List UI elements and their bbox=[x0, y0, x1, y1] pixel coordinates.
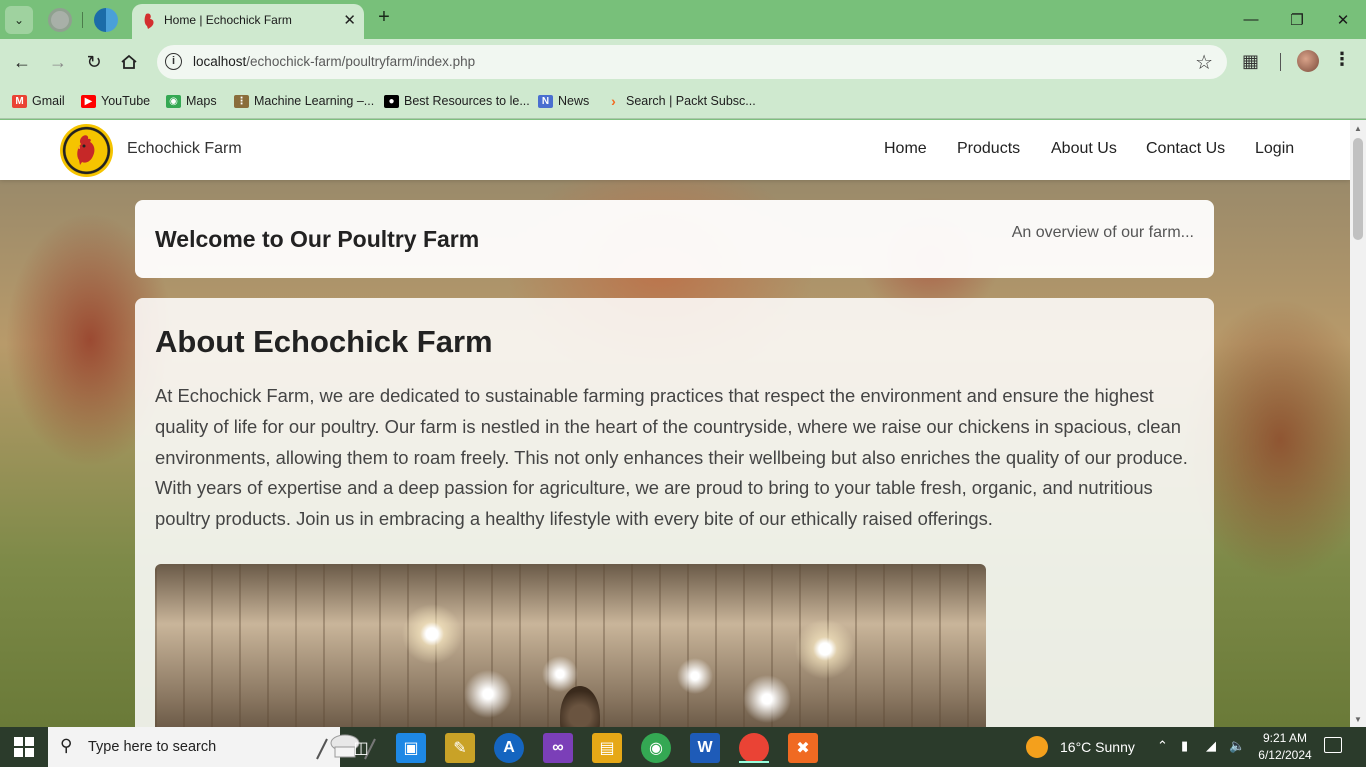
restore-button[interactable]: ❐ bbox=[1274, 0, 1320, 39]
url-text: localhost/echochick-farm/poultryfarm/ind… bbox=[193, 54, 476, 69]
scrollbar-thumb[interactable] bbox=[1353, 138, 1363, 240]
welcome-subtitle: An overview of our farm... bbox=[1011, 224, 1194, 241]
page-scrollbar[interactable]: ▲ ▼ bbox=[1350, 120, 1366, 727]
medium-icon: ● bbox=[384, 94, 399, 108]
tab-search-button[interactable]: ⌄ bbox=[5, 6, 33, 34]
sticky-app-icon[interactable]: ✎ bbox=[445, 733, 475, 763]
youtube-icon: ▶ bbox=[81, 94, 96, 108]
toolbar-separator bbox=[1280, 53, 1281, 71]
store-icon[interactable]: ▣ bbox=[396, 733, 426, 763]
back-button[interactable]: ← bbox=[9, 49, 35, 75]
home-icon bbox=[121, 54, 137, 69]
rooster-favicon-icon bbox=[144, 13, 154, 29]
bookmark-packt[interactable]: › Search | Packt Subsc... bbox=[606, 91, 756, 111]
pinned-tab-1[interactable] bbox=[48, 8, 72, 32]
search-icon: ⚲ bbox=[60, 736, 73, 755]
address-bar[interactable]: i localhost/echochick-farm/poultryfarm/i… bbox=[157, 45, 1227, 79]
sun-icon bbox=[1026, 736, 1048, 758]
bookmark-star-icon[interactable]: ☆ bbox=[1195, 50, 1213, 75]
bookmark-youtube[interactable]: ▶ YouTube bbox=[81, 91, 150, 111]
chevron-down-icon: ⌄ bbox=[13, 13, 25, 27]
rooster-logo-icon bbox=[76, 135, 95, 165]
new-tab-button[interactable]: + bbox=[372, 6, 396, 29]
chevron-up-icon[interactable]: ⌃ bbox=[1157, 738, 1168, 754]
minimize-button[interactable]: — bbox=[1228, 0, 1274, 39]
task-view-icon[interactable]: ◫ bbox=[346, 733, 376, 763]
xampp-icon[interactable]: ✖ bbox=[788, 733, 818, 763]
news-icon: N bbox=[538, 94, 553, 108]
nav-home[interactable]: Home bbox=[884, 140, 927, 158]
browser-menu-icon[interactable]: ⋮ bbox=[1333, 49, 1351, 70]
page-viewport: Echochick Farm Home Products About Us Co… bbox=[0, 120, 1350, 727]
active-app-indicator bbox=[739, 761, 769, 763]
chrome-profile-icon[interactable]: ◉ bbox=[641, 733, 671, 763]
home-button[interactable] bbox=[116, 49, 142, 75]
extensions-icon[interactable]: ▦ bbox=[1242, 51, 1259, 72]
bookmark-best-resources[interactable]: ● Best Resources to le... bbox=[384, 91, 530, 111]
windows-taskbar: ⚲ Type here to search ◫ ▣ ✎ A ∞ ▤ ◉ W ✖ … bbox=[0, 727, 1366, 767]
welcome-card: Welcome to Our Poultry Farm An overview … bbox=[135, 200, 1214, 278]
fan-shape bbox=[560, 686, 600, 727]
clock-date: 6/12/2024 bbox=[1258, 748, 1312, 762]
bookmark-machine-learning[interactable]: ⋮ Machine Learning –... bbox=[234, 91, 374, 111]
taskbar-search-box[interactable]: ⚲ Type here to search bbox=[48, 727, 376, 767]
about-card: About Echochick Farm At Echochick Farm, … bbox=[135, 298, 1214, 727]
word-icon[interactable]: W bbox=[690, 733, 720, 763]
close-window-button[interactable]: ✕ bbox=[1320, 0, 1366, 39]
packt-icon: › bbox=[611, 92, 616, 109]
clock-time: 9:21 AM bbox=[1262, 731, 1308, 745]
about-title: About Echochick Farm bbox=[155, 324, 493, 359]
scroll-up-icon[interactable]: ▲ bbox=[1354, 124, 1362, 133]
site-navbar: Echochick Farm Home Products About Us Co… bbox=[0, 120, 1350, 180]
nav-products[interactable]: Products bbox=[957, 140, 1020, 158]
maps-icon: ◉ bbox=[166, 94, 181, 108]
close-tab-icon[interactable]: ✕ bbox=[343, 11, 356, 29]
dots-icon: ⋮ bbox=[234, 94, 249, 108]
tab-title: Home | Echochick Farm bbox=[164, 13, 292, 27]
about-paragraph-1: At Echochick Farm, we are dedicated to s… bbox=[155, 385, 1188, 468]
taskbar-clock[interactable]: 9:21 AM 6/12/2024 bbox=[1257, 730, 1313, 764]
scroll-down-icon[interactable]: ▼ bbox=[1354, 715, 1362, 724]
about-text: At Echochick Farm, we are dedicated to s… bbox=[155, 381, 1200, 535]
site-brand[interactable]: Echochick Farm bbox=[127, 140, 242, 158]
welcome-title: Welcome to Our Poultry Farm bbox=[155, 226, 480, 252]
weather-widget[interactable]: 16°C Sunny bbox=[1026, 736, 1135, 758]
volume-icon[interactable]: 🔈 bbox=[1229, 738, 1245, 754]
windows-start-icon[interactable] bbox=[14, 737, 34, 757]
nav-contact-us[interactable]: Contact Us bbox=[1146, 140, 1225, 158]
pinned-tab-2[interactable] bbox=[94, 8, 118, 32]
forward-button[interactable]: → bbox=[45, 49, 71, 75]
tab-strip: ⌄ Home | Echochick Farm ✕ + — ❐ ✕ bbox=[0, 0, 1366, 39]
bookmark-maps[interactable]: ◉ Maps bbox=[166, 91, 217, 111]
gmail-icon: M bbox=[12, 94, 27, 108]
about-paragraph-2: With years of expertise and a deep passi… bbox=[155, 477, 1153, 530]
bookmark-news[interactable]: N News bbox=[538, 91, 589, 111]
farm-logo[interactable] bbox=[60, 124, 113, 177]
site-info-icon[interactable]: i bbox=[165, 53, 182, 70]
bookmarks-bar: M Gmail ▶ YouTube ◉ Maps ⋮ Machine Learn… bbox=[0, 85, 1366, 119]
browser-toolbar: ← → ↻ i localhost/echochick-farm/poultry… bbox=[0, 39, 1366, 85]
chrome-active-icon[interactable] bbox=[739, 733, 769, 763]
notifications-icon[interactable] bbox=[1324, 737, 1342, 753]
tab-separator bbox=[82, 12, 83, 28]
nav-about-us[interactable]: About Us bbox=[1051, 140, 1117, 158]
poultry-house-image bbox=[155, 564, 986, 727]
wifi-icon[interactable]: ◢ bbox=[1206, 738, 1216, 754]
file-explorer-icon[interactable]: ▤ bbox=[592, 733, 622, 763]
search-placeholder: Type here to search bbox=[88, 739, 217, 755]
battery-icon[interactable]: ▮ bbox=[1181, 738, 1188, 754]
weather-text: 16°C Sunny bbox=[1060, 739, 1135, 755]
nav-login[interactable]: Login bbox=[1255, 140, 1294, 158]
active-tab[interactable]: Home | Echochick Farm ✕ bbox=[132, 4, 364, 39]
reload-button[interactable]: ↻ bbox=[81, 49, 107, 75]
app-a-icon[interactable]: A bbox=[494, 733, 524, 763]
bookmark-gmail[interactable]: M Gmail bbox=[12, 91, 65, 111]
profile-avatar[interactable] bbox=[1297, 50, 1319, 72]
visual-studio-icon[interactable]: ∞ bbox=[543, 733, 573, 763]
